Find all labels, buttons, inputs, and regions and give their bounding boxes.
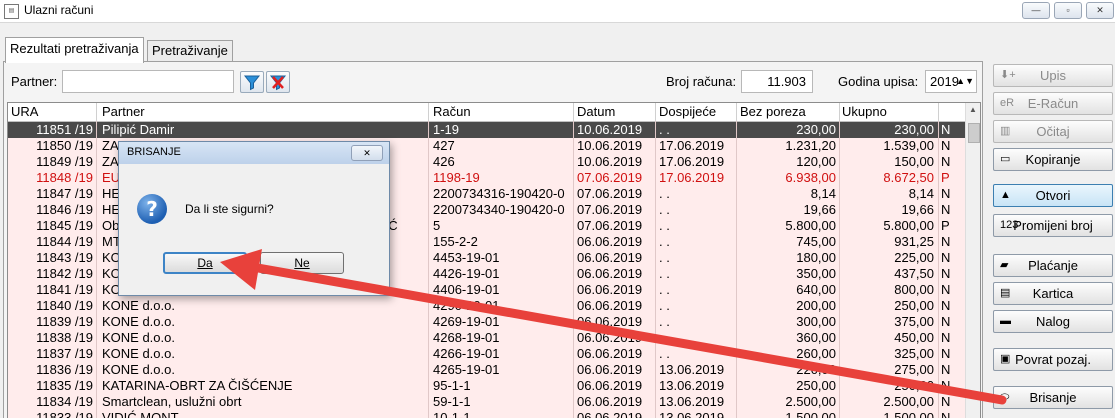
tab-rezultati[interactable]: Rezultati pretraživanja (5, 37, 144, 63)
annotation-arrow (220, 249, 1007, 405)
